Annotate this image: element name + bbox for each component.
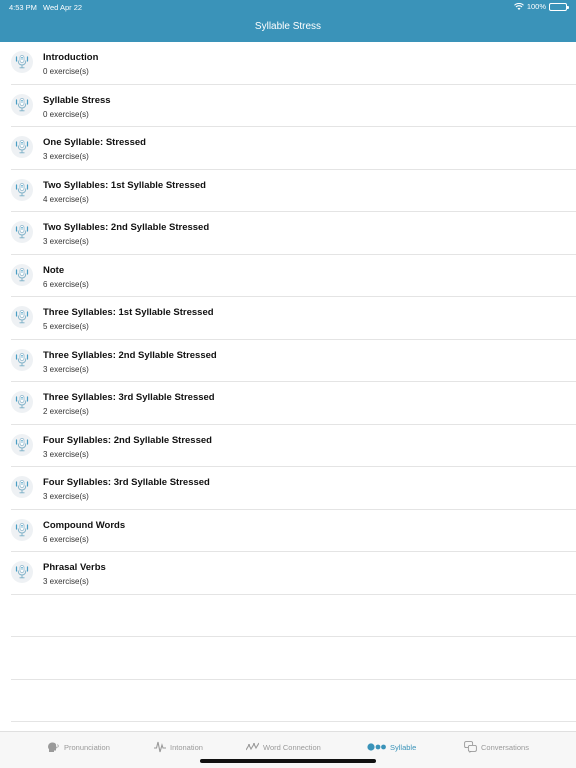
- lesson-title: Three Syllables: 3rd Syllable Stressed: [43, 392, 215, 403]
- status-bar: 4:53 PM Wed Apr 22 100%: [0, 0, 576, 14]
- lesson-title: Syllable Stress: [43, 94, 111, 106]
- lesson-title: Four Syllables: 2nd Syllable Stressed: [43, 434, 212, 446]
- status-date: Wed Apr 22: [43, 3, 83, 12]
- tab-label: Conversations: [481, 742, 529, 752]
- empty-row: [11, 595, 576, 637]
- lesson-row[interactable]: Three Syllables: 1st Syllable Stressed 5 …: [11, 297, 576, 340]
- microphone-icon: [11, 518, 33, 541]
- lesson-title: Two Syllables: 1st Syllable Stressed: [43, 179, 206, 191]
- waveform-icon: [154, 741, 166, 753]
- lesson-exercise-count: 0 exercise(s): [43, 67, 89, 76]
- head-speaking-icon: [48, 742, 59, 752]
- status-time: 4:53 PM: [9, 3, 37, 12]
- lesson-title: Four Syllables: 3rd Syllable Stressed: [43, 477, 210, 488]
- microphone-icon: [11, 433, 33, 456]
- dots-icon: [367, 743, 386, 751]
- lesson-title: Compound Words: [43, 519, 126, 531]
- tab-label: Word Connection: [263, 742, 321, 752]
- lesson-row[interactable]: Three Syllables: 3rd Syllable Stressed 2 …: [11, 382, 576, 425]
- microphone-icon: [11, 136, 33, 158]
- microphone-icon: [11, 561, 33, 583]
- lesson-exercise-count: 0 exercise(s): [43, 109, 89, 119]
- lesson-row[interactable]: Three Syllables: 2nd Syllable Stressed 3 …: [11, 340, 576, 382]
- status-indicators: 100%: [513, 2, 569, 11]
- battery-icon: [549, 2, 569, 11]
- lesson-row[interactable]: Four Syllables: 2nd Syllable Stressed 3 e…: [11, 425, 576, 467]
- microphone-icon: [11, 221, 33, 243]
- lesson-row[interactable]: Introduction 0 exercise(s): [11, 42, 576, 85]
- lesson-title: Two Syllables: 2nd Syllable Stressed: [43, 222, 210, 233]
- lesson-title: Phrasal Verbs: [43, 562, 106, 573]
- lesson-title: One Syllable: Stressed: [43, 137, 146, 148]
- lesson-row[interactable]: Two Syllables: 1st Syllable Stressed 4 ex…: [11, 170, 576, 212]
- microphone-icon: [11, 51, 33, 73]
- lesson-exercise-count: 3 exercise(s): [43, 237, 89, 246]
- lesson-title: Three Syllables: 1st Syllable Stressed: [43, 307, 214, 318]
- microphone-icon: [11, 93, 33, 116]
- tab-label: Pronunciation: [64, 742, 110, 752]
- lesson-exercise-count: 5 exercise(s): [43, 322, 89, 331]
- lesson-exercise-count: 3 exercise(s): [43, 152, 89, 161]
- chat-bubbles-icon: [464, 741, 477, 753]
- nav-header: 4:53 PM Wed Apr 22 100% Syllable Stress: [0, 0, 576, 42]
- lesson-row[interactable]: Four Syllables: 3rd Syllable Stressed 3 e…: [11, 467, 576, 510]
- lesson-title: Note: [43, 264, 65, 276]
- tab-pronunciation[interactable]: Pronunciation: [47, 741, 110, 753]
- battery-percent: 100%: [526, 2, 546, 11]
- linked-waves-icon: [246, 742, 259, 751]
- tab-word-connection[interactable]: Word Connection: [246, 741, 321, 753]
- lesson-exercise-count: 6 exercise(s): [43, 279, 89, 289]
- tab-intonation[interactable]: Intonation: [154, 741, 203, 753]
- lesson-row[interactable]: One Syllable: Stressed 3 exercise(s): [11, 127, 576, 170]
- lesson-title: Introduction: [43, 52, 99, 63]
- microphone-icon: [11, 391, 33, 413]
- lesson-exercise-count: 2 exercise(s): [43, 407, 89, 416]
- microphone-icon: [11, 178, 33, 201]
- empty-row: [11, 637, 576, 680]
- microphone-icon: [11, 263, 33, 286]
- lesson-title: Three Syllables: 2nd Syllable Stressed: [43, 349, 217, 361]
- lesson-exercise-count: 3 exercise(s): [43, 364, 89, 374]
- microphone-icon: [11, 476, 33, 498]
- tab-syllable[interactable]: Syllable: [367, 741, 416, 753]
- lesson-list: Introduction 0 exercise(s) Syllable Stress…: [0, 42, 576, 722]
- lesson-row[interactable]: Phrasal Verbs 3 exercise(s): [11, 552, 576, 595]
- page-title: Syllable Stress: [254, 21, 322, 32]
- lesson-row[interactable]: Two Syllables: 2nd Syllable Stressed 3 ex…: [11, 212, 576, 255]
- lesson-exercise-count: 3 exercise(s): [43, 492, 89, 501]
- microphone-icon: [11, 306, 33, 328]
- tab-label: Syllable: [390, 742, 417, 752]
- wifi-icon: [513, 2, 524, 10]
- lesson-exercise-count: 6 exercise(s): [43, 534, 89, 544]
- lesson-exercise-count: 4 exercise(s): [43, 194, 89, 204]
- lesson-row[interactable]: Syllable Stress 0 exercise(s): [11, 85, 576, 127]
- lesson-exercise-count: 3 exercise(s): [43, 577, 89, 586]
- tab-conversations[interactable]: Conversations: [464, 741, 529, 753]
- lesson-row[interactable]: Note 6 exercise(s): [11, 255, 576, 297]
- tab-label: Intonation: [170, 742, 203, 752]
- microphone-icon: [11, 348, 33, 371]
- lesson-row[interactable]: Compound Words 6 exercise(s): [11, 510, 576, 552]
- empty-row: [11, 680, 576, 722]
- home-indicator: [200, 759, 376, 763]
- lesson-exercise-count: 3 exercise(s): [43, 449, 89, 459]
